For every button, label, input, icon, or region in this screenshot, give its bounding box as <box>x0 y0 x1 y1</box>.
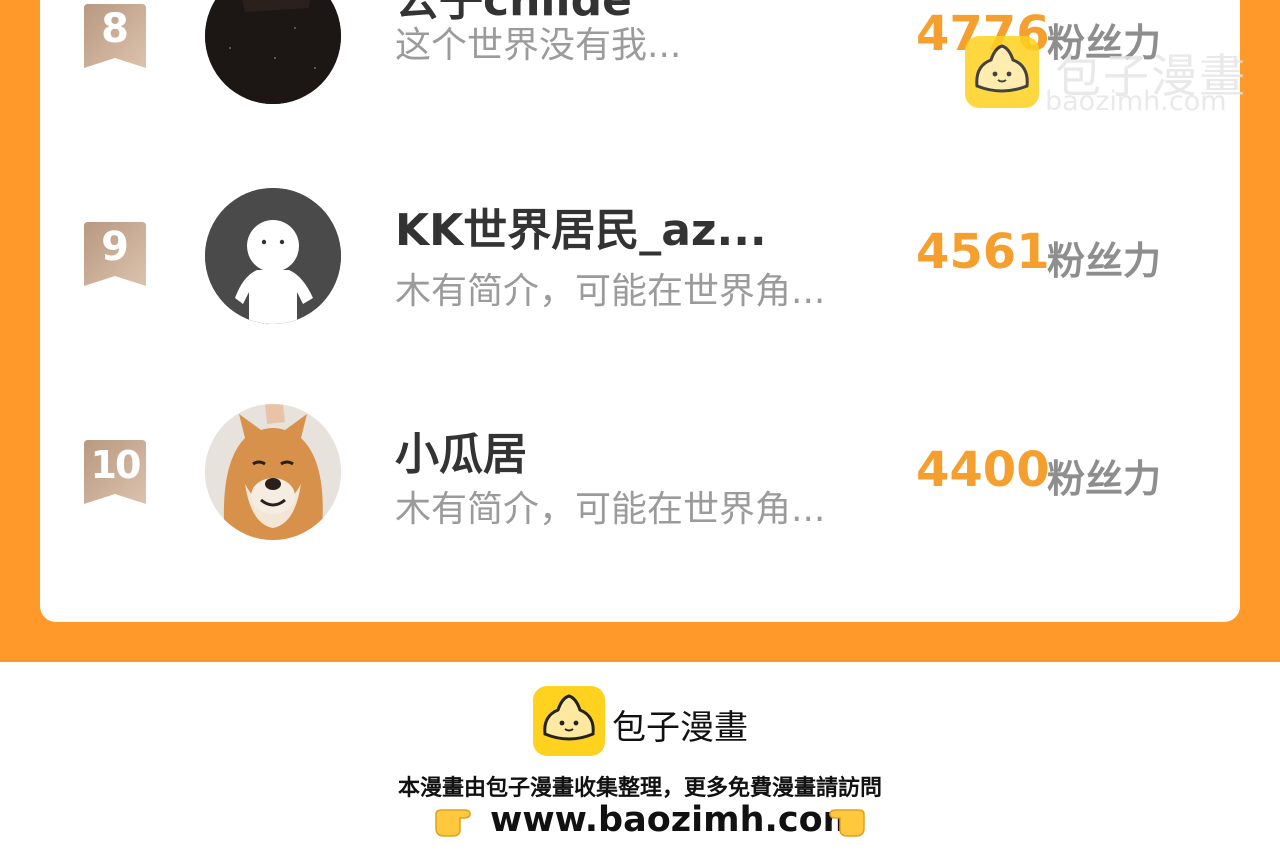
footer-note: 本漫畫由包子漫畫收集整理，更多免費漫畫請訪問 <box>397 776 882 801</box>
fans-unit-label: 粉丝力 <box>1047 239 1162 283</box>
rank-badge: 8 <box>84 4 146 68</box>
pointing-right-hand-icon <box>435 809 471 837</box>
baozi-logo-icon <box>965 36 1039 108</box>
avatar[interactable] <box>205 0 341 104</box>
rank-number: 10 <box>90 443 142 487</box>
baozi-logo-icon <box>533 686 605 756</box>
footer-brand: 包子漫畫 <box>612 708 748 748</box>
watermark: 包子漫畫 baozimh.com <box>965 36 1265 117</box>
footer-url[interactable]: www.baozimh.com <box>490 800 859 840</box>
user-bio: 这个世界没有我... <box>395 25 682 66</box>
fans-count: 4561 <box>916 224 1050 280</box>
user-name[interactable]: 小瓜居 <box>395 418 527 482</box>
avatar[interactable] <box>205 188 341 324</box>
ranking-row-10[interactable]: 10 小瓜居 木有简介，可能在世界角... 4400 粉丝力 <box>40 404 1240 544</box>
user-bio: 木有简介，可能在世界角... <box>395 489 826 530</box>
avatar-dark-photo <box>205 0 341 104</box>
user-bio: 木有简介，可能在世界角... <box>395 271 826 312</box>
default-avatar-icon <box>205 188 341 324</box>
rank-badge: 10 <box>84 440 146 504</box>
rank-number: 8 <box>101 6 129 52</box>
ranking-row-9[interactable]: 9 KK世界居民_az... 木有简介，可能在世界角... 4561 粉丝力 <box>40 186 1240 326</box>
fans-count: 4400 <box>916 442 1050 498</box>
avatar[interactable] <box>205 404 341 540</box>
pointing-left-hand-icon <box>829 809 865 837</box>
fans-unit-label: 粉丝力 <box>1047 457 1162 501</box>
user-name[interactable]: KK世界居民_az... <box>395 194 767 258</box>
shiba-dog-avatar-icon <box>205 404 341 540</box>
rank-badge: 9 <box>84 222 146 286</box>
rank-number: 9 <box>101 224 129 270</box>
watermark-url: baozimh.com <box>1045 86 1227 117</box>
